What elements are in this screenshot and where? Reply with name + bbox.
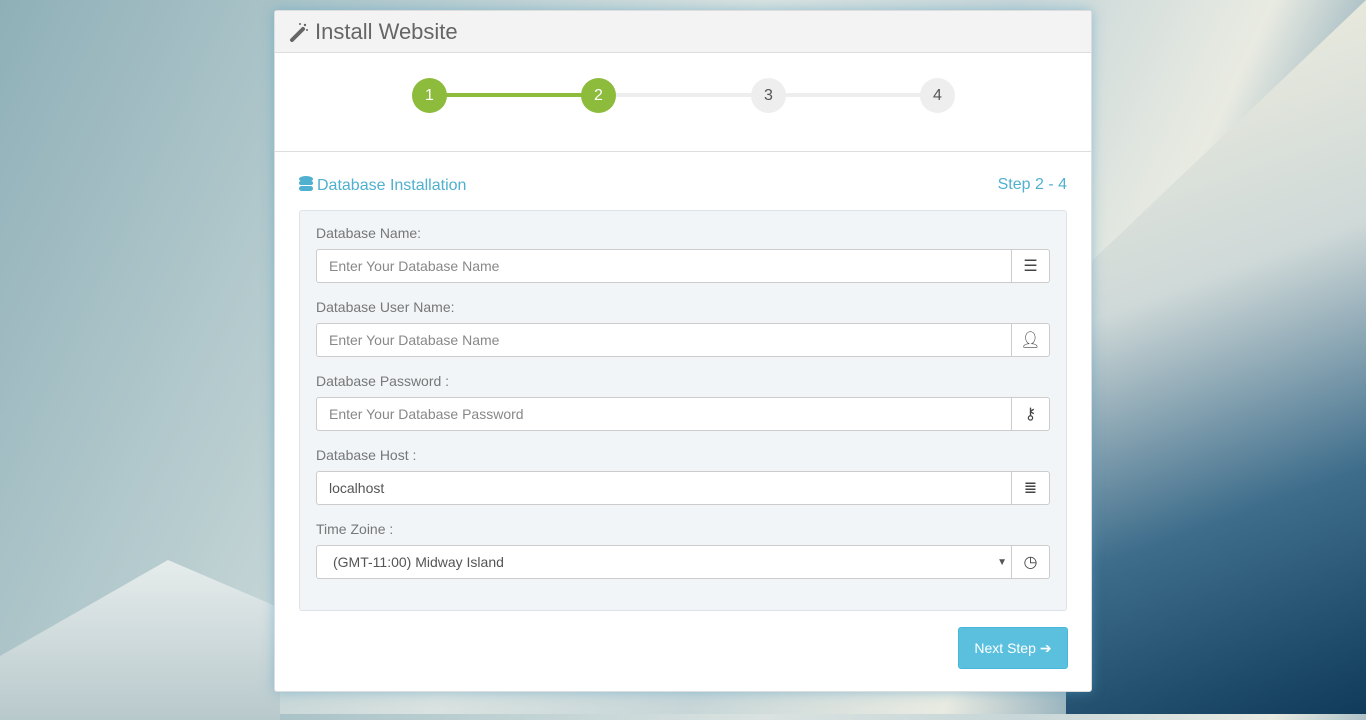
form-well: Database Name: ☰ Database User Name: 👤︎ … — [299, 210, 1067, 611]
timezone-select[interactable]: (GMT-11:00) Midway Island ▼ — [316, 545, 1012, 579]
next-step-label: Next Step — [974, 640, 1036, 656]
step-3: 3 — [751, 78, 786, 113]
server-icon: ≣ — [1012, 471, 1050, 505]
clock-icon: ◷ — [1012, 545, 1050, 579]
magic-wand-icon — [290, 22, 308, 42]
install-panel: Install Website 1 2 3 4 Database Install… — [274, 10, 1092, 692]
user-icon: 👤︎ — [1012, 323, 1050, 357]
database-icon — [299, 176, 313, 191]
panel-header: Install Website — [275, 11, 1091, 53]
step-4: 4 — [920, 78, 955, 113]
caret-down-icon: ▼ — [997, 556, 1007, 568]
database-user-input[interactable] — [316, 323, 1012, 357]
background-shape — [1066, 0, 1366, 714]
step-1: 1 — [412, 78, 447, 113]
background-shape — [0, 560, 280, 720]
database-host-input[interactable] — [316, 471, 1012, 505]
key-icon: ⚷ — [1012, 397, 1050, 431]
database-password-label: Database Password : — [316, 373, 450, 389]
database-password-input[interactable] — [316, 397, 1012, 431]
database-icon: ☰ — [1012, 249, 1050, 283]
step-2: 2 — [581, 78, 616, 113]
step-progress: 1 2 3 4 — [275, 53, 1091, 152]
timezone-value: (GMT-11:00) Midway Island — [333, 554, 504, 570]
section-header: Database Installation Step 2 - 4 — [299, 176, 1067, 195]
arrow-circle-right-icon: ➔ — [1039, 639, 1052, 656]
page-title: Install Website — [315, 18, 458, 44]
database-host-label: Database Host : — [316, 447, 417, 463]
timezone-label: Time Zoine : — [316, 521, 394, 537]
next-step-button[interactable]: Next Step ➔ — [958, 627, 1068, 669]
step-indicator: Step 2 - 4 — [997, 176, 1067, 193]
database-name-input[interactable] — [316, 249, 1012, 283]
section-title: Database Installation — [299, 176, 466, 195]
database-user-label: Database User Name: — [316, 299, 455, 315]
step-connector — [430, 93, 600, 97]
database-name-label: Database Name: — [316, 225, 422, 241]
